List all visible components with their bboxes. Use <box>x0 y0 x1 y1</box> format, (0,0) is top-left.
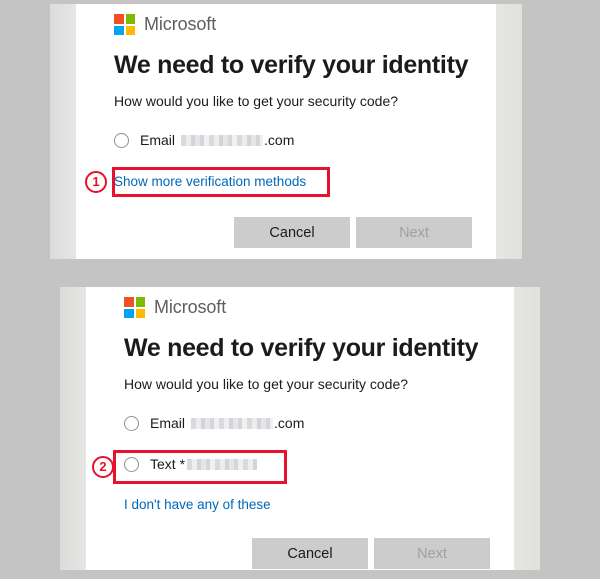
no-verification-methods-link[interactable]: I don't have any of these <box>86 497 514 512</box>
page-subtitle: How would you like to get your security … <box>124 376 409 392</box>
verification-page-2: Microsoft We need to verify your identit… <box>86 287 514 570</box>
screenshot-panel-2: Microsoft We need to verify your identit… <box>60 287 540 570</box>
dialog-actions-1: Cancel Next <box>76 217 496 248</box>
page-subtitle: How would you like to get your security … <box>114 93 399 109</box>
verification-option-email-label: Email .com <box>140 132 294 148</box>
option-label-text: Text * <box>150 456 186 472</box>
cancel-button[interactable]: Cancel <box>252 538 368 569</box>
page-gutter-right <box>514 287 540 570</box>
radio-button-email[interactable] <box>114 132 129 148</box>
page-title: We need to verify your identity <box>114 51 469 79</box>
page-gutter-left <box>60 287 86 570</box>
microsoft-logo-icon <box>114 14 135 35</box>
microsoft-brand-header: Microsoft <box>86 297 514 318</box>
page-gutter-right <box>496 4 522 259</box>
verification-page-1: Microsoft We need to verify your identit… <box>76 4 496 259</box>
option-label-suffix: .com <box>264 132 295 148</box>
microsoft-wordmark: Microsoft <box>144 14 217 34</box>
redacted-phone-number <box>187 458 258 470</box>
verification-option-email[interactable]: Email .com <box>86 411 514 435</box>
radio-button-text[interactable] <box>124 456 139 472</box>
option-label-text: Email <box>140 132 176 148</box>
verification-option-text-label: Text * <box>150 456 258 472</box>
redacted-email-address <box>191 417 274 429</box>
next-button: Next <box>356 217 472 248</box>
show-more-verification-methods-link[interactable]: Show more verification methods <box>76 174 496 189</box>
microsoft-wordmark: Microsoft <box>154 297 227 317</box>
verification-option-text[interactable]: Text * <box>86 452 514 476</box>
screenshot-panel-1: Microsoft We need to verify your identit… <box>50 4 522 259</box>
cancel-button[interactable]: Cancel <box>234 217 350 248</box>
microsoft-brand-header: Microsoft <box>76 14 496 35</box>
page-gutter-left <box>50 4 76 259</box>
verification-option-email-label: Email .com <box>150 415 304 431</box>
option-label-text: Email <box>150 415 186 431</box>
dialog-actions-2: Cancel Next <box>86 538 514 569</box>
verification-option-email[interactable]: Email .com <box>76 128 496 152</box>
radio-button-email[interactable] <box>124 415 139 431</box>
microsoft-logo-icon <box>124 297 145 318</box>
next-button: Next <box>374 538 490 569</box>
page-title: We need to verify your identity <box>124 334 479 362</box>
option-label-suffix: .com <box>274 415 305 431</box>
redacted-email-address <box>181 134 264 146</box>
